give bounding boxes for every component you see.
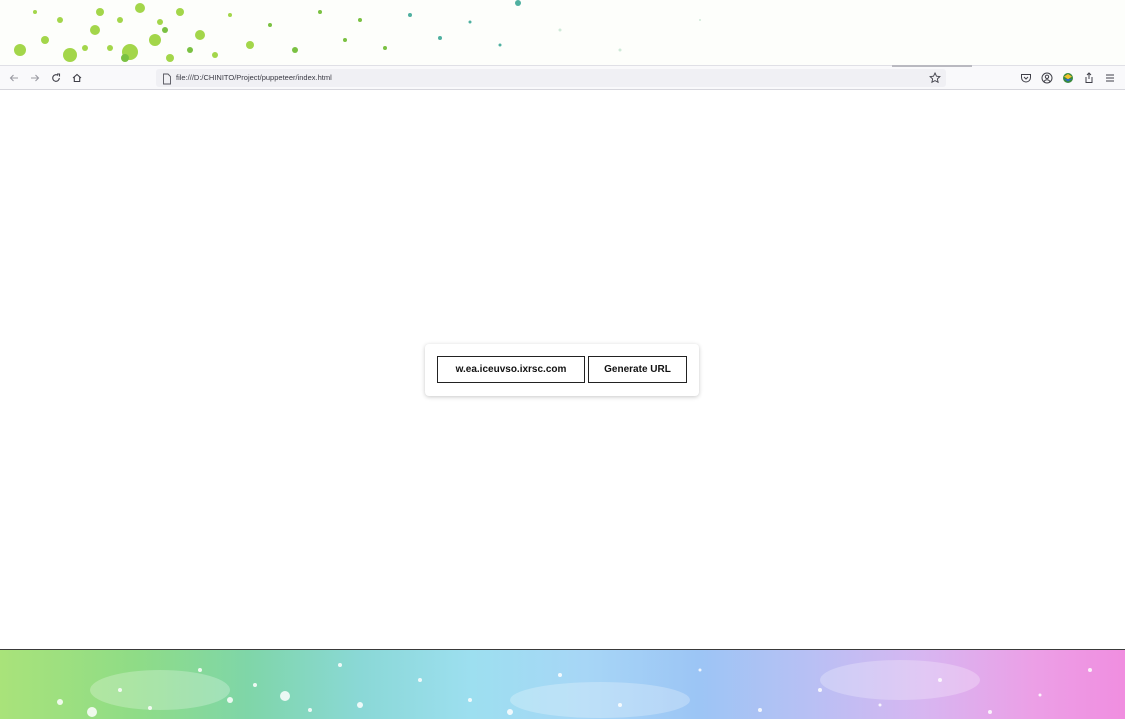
address-bar-url: file:///D:/CHINITO/Project/puppeteer/ind… <box>176 73 332 82</box>
hamburger-menu-icon[interactable] <box>1103 71 1117 85</box>
url-input[interactable] <box>437 356 585 383</box>
generate-url-button[interactable]: Generate URL <box>588 356 687 383</box>
page-icon <box>162 72 172 85</box>
share-icon[interactable] <box>1082 71 1096 85</box>
desktop-wallpaper-top <box>0 0 1125 65</box>
home-icon[interactable] <box>69 70 85 86</box>
url-generator-card: Generate URL <box>425 344 699 396</box>
tab-indicator <box>892 65 972 67</box>
extension-icon[interactable] <box>1061 71 1075 85</box>
back-arrow-icon[interactable] <box>6 70 22 86</box>
desktop-wallpaper-bottom <box>0 649 1125 719</box>
screen: file:///D:/CHINITO/Project/puppeteer/ind… <box>0 0 1125 719</box>
account-icon[interactable] <box>1040 71 1054 85</box>
pocket-icon[interactable] <box>1019 71 1033 85</box>
browser-toolbar: file:///D:/CHINITO/Project/puppeteer/ind… <box>0 65 1125 90</box>
bookmark-star-icon[interactable] <box>928 71 942 85</box>
forward-arrow-icon[interactable] <box>27 70 43 86</box>
reload-icon[interactable] <box>48 70 64 86</box>
address-bar[interactable]: file:///D:/CHINITO/Project/puppeteer/ind… <box>156 69 946 87</box>
